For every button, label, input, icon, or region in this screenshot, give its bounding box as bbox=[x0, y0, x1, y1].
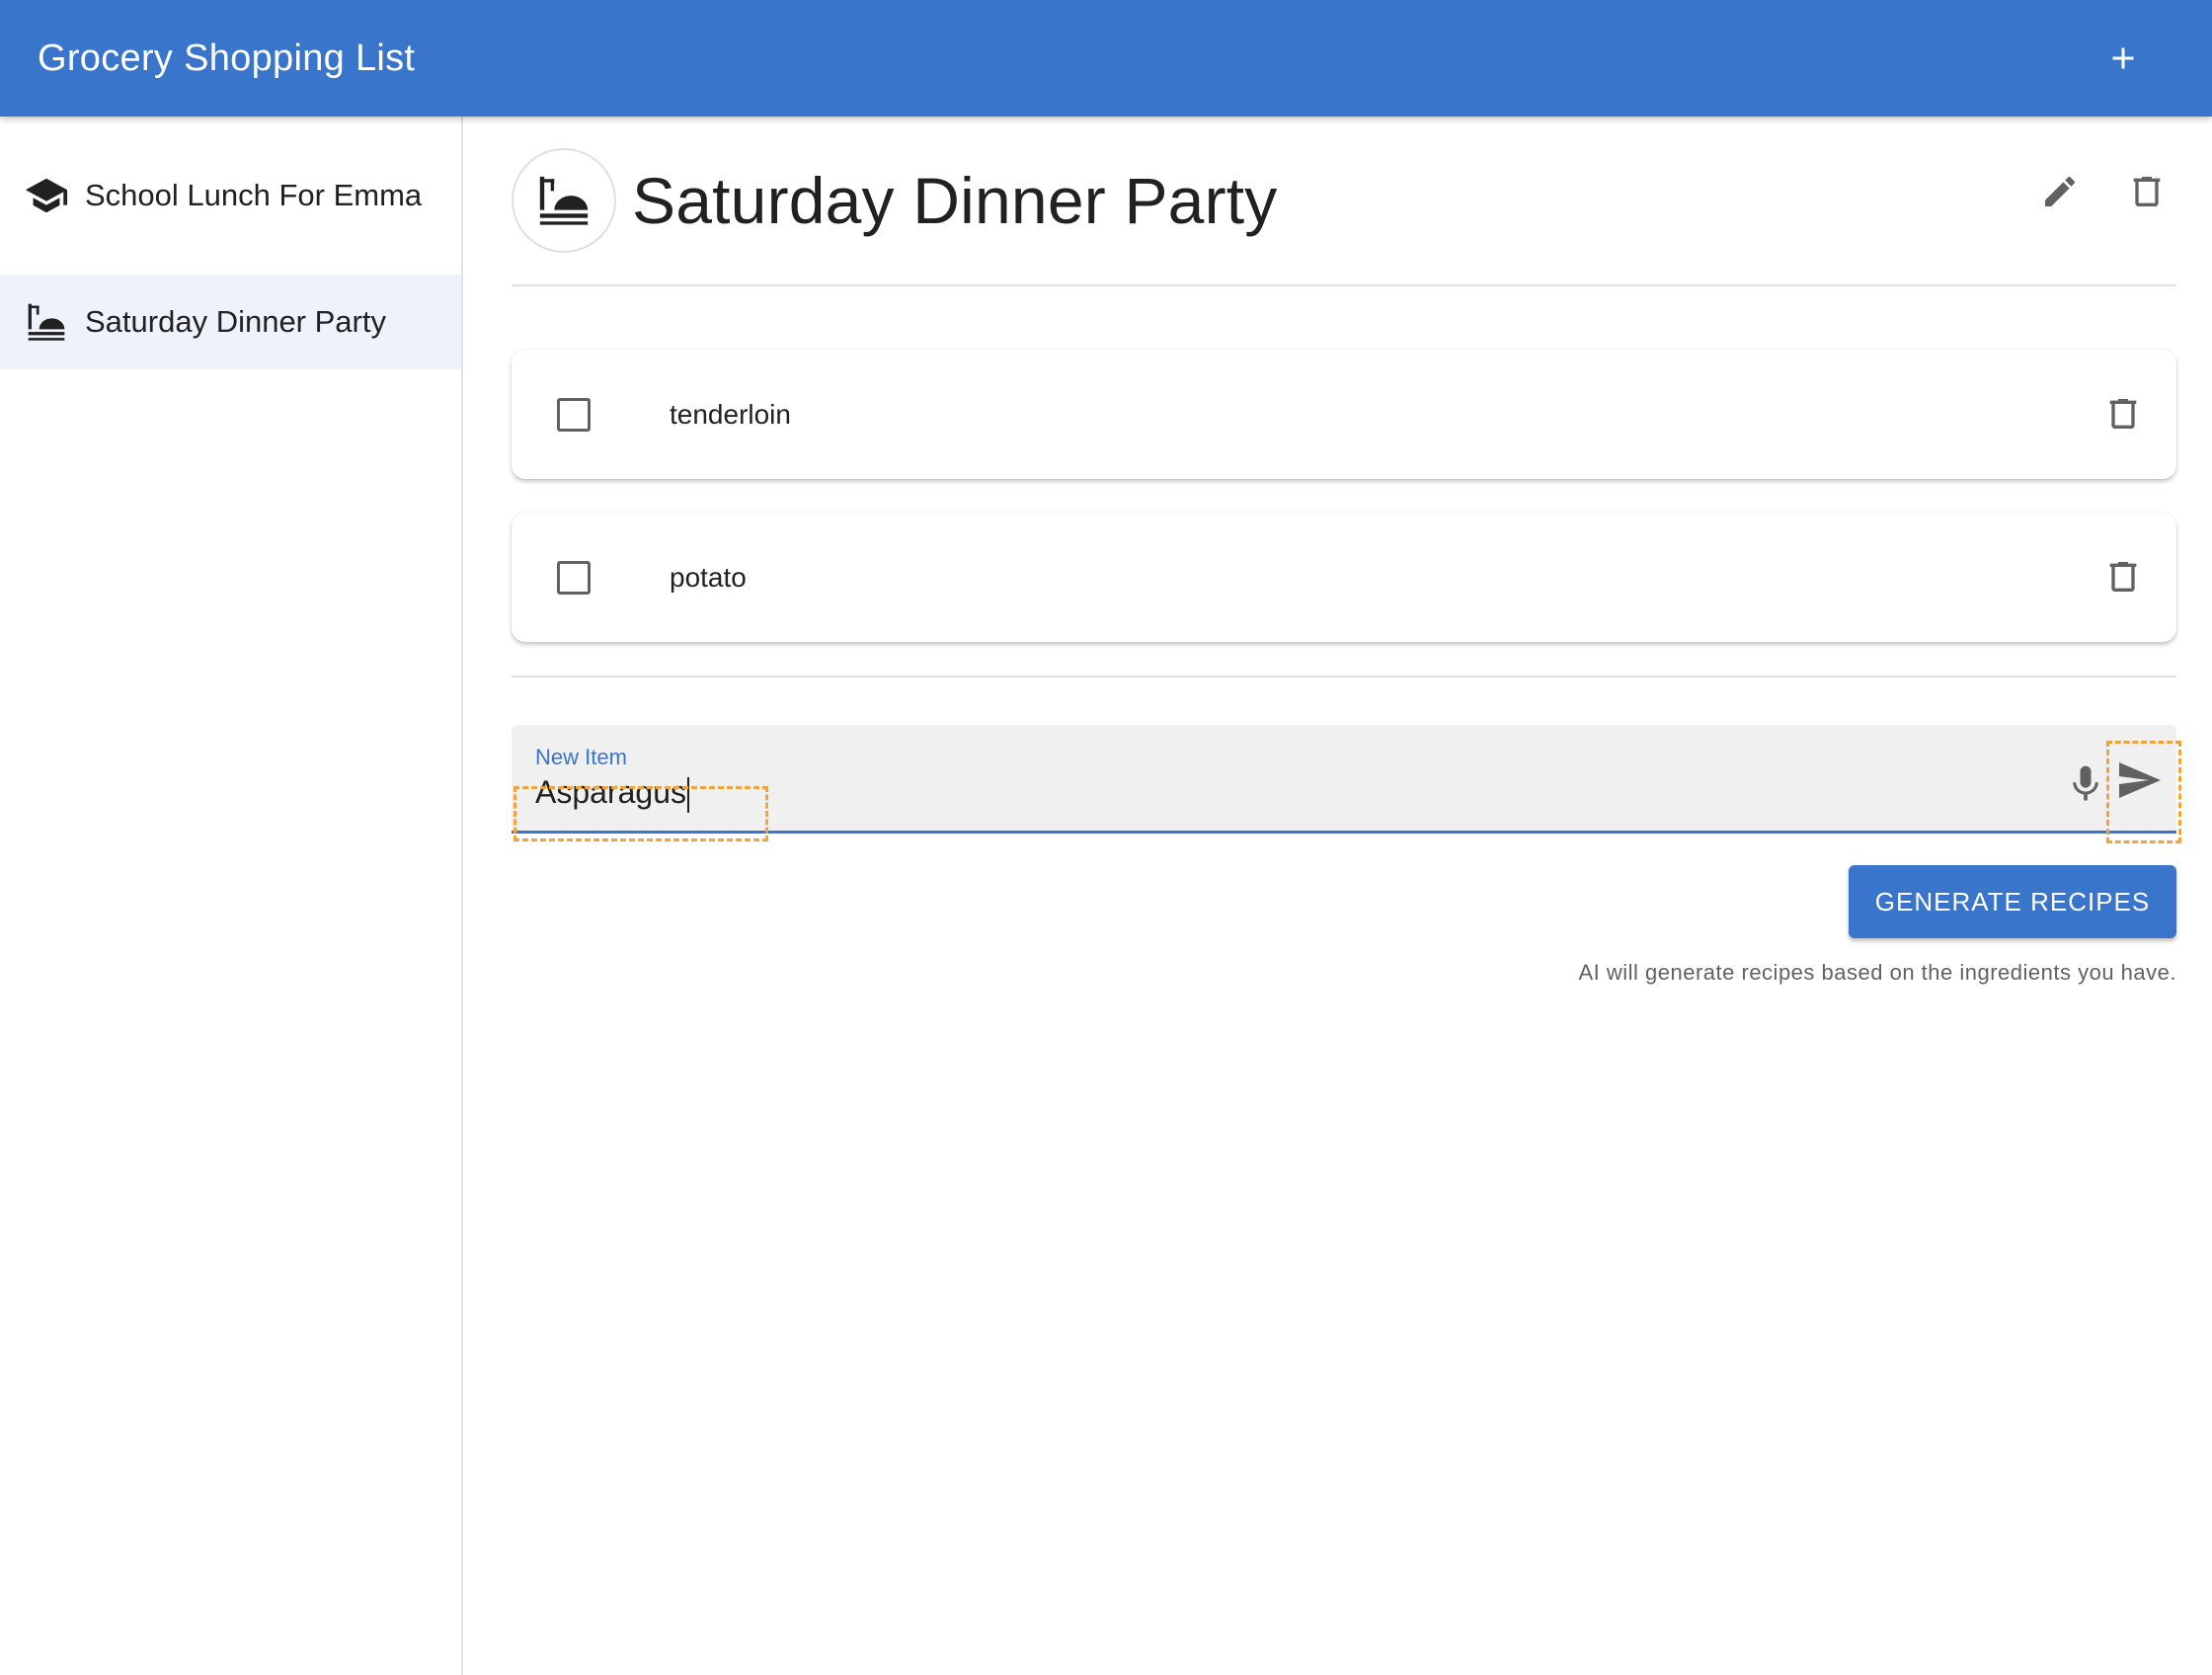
divider bbox=[512, 676, 2176, 678]
edit-icon bbox=[2045, 176, 2076, 206]
voice-input-button[interactable] bbox=[2056, 755, 2115, 814]
page-title: Saturday Dinner Party bbox=[632, 164, 1278, 237]
sidebar-item-saturday-dinner[interactable]: Saturday Dinner Party bbox=[0, 275, 461, 369]
dinner-table-icon bbox=[24, 299, 69, 345]
delete-list-button[interactable] bbox=[2117, 162, 2176, 221]
generate-recipes-button[interactable]: GENERATE RECIPES bbox=[1849, 865, 2176, 938]
send-icon bbox=[2119, 762, 2161, 798]
sidebar: School Lunch For Emma Saturday Dinner Pa… bbox=[0, 117, 463, 1675]
new-item-value: Asparagus bbox=[535, 774, 686, 810]
app-title: Grocery Shopping List bbox=[38, 37, 416, 79]
item-list: tenderloin potato bbox=[512, 286, 2176, 642]
sidebar-item-school-lunch[interactable]: School Lunch For Emma bbox=[0, 117, 461, 275]
delete-icon bbox=[2133, 177, 2161, 206]
add-item-send-button[interactable] bbox=[2109, 751, 2169, 810]
list-item: potato bbox=[512, 513, 2176, 642]
sidebar-item-label: School Lunch For Emma bbox=[85, 178, 423, 212]
delete-icon bbox=[2109, 562, 2137, 592]
item-checkbox[interactable] bbox=[557, 560, 591, 595]
list-avatar bbox=[512, 148, 616, 253]
generate-row: GENERATE RECIPES bbox=[512, 865, 2176, 938]
list-actions bbox=[2030, 162, 2176, 221]
delete-item-button[interactable] bbox=[2094, 547, 2153, 606]
item-label: tenderloin bbox=[670, 398, 791, 430]
main-content: Saturday Dinner Party tenderloin potato bbox=[512, 117, 2176, 986]
text-caret bbox=[686, 776, 689, 813]
dinner-table-icon bbox=[539, 176, 589, 225]
plus-icon bbox=[2112, 47, 2134, 69]
generate-hint: AI will generate recipes based on the in… bbox=[1578, 960, 2176, 985]
new-item-field[interactable]: New Item Asparagus bbox=[512, 725, 2176, 834]
microphone-icon bbox=[2073, 765, 2098, 801]
graduation-cap-icon bbox=[24, 173, 69, 218]
sidebar-item-label: Saturday Dinner Party bbox=[85, 304, 386, 339]
add-list-button[interactable] bbox=[2094, 29, 2153, 88]
item-checkbox[interactable] bbox=[557, 397, 591, 432]
edit-list-button[interactable] bbox=[2030, 162, 2090, 221]
delete-item-button[interactable] bbox=[2094, 384, 2153, 443]
item-label: potato bbox=[670, 561, 747, 593]
list-item: tenderloin bbox=[512, 350, 2176, 479]
delete-icon bbox=[2109, 399, 2137, 429]
new-item-label: New Item bbox=[535, 745, 627, 769]
new-item-input[interactable]: Asparagus bbox=[535, 774, 689, 813]
app-bar: Grocery Shopping List bbox=[0, 0, 2212, 117]
list-header: Saturday Dinner Party bbox=[512, 117, 2176, 286]
